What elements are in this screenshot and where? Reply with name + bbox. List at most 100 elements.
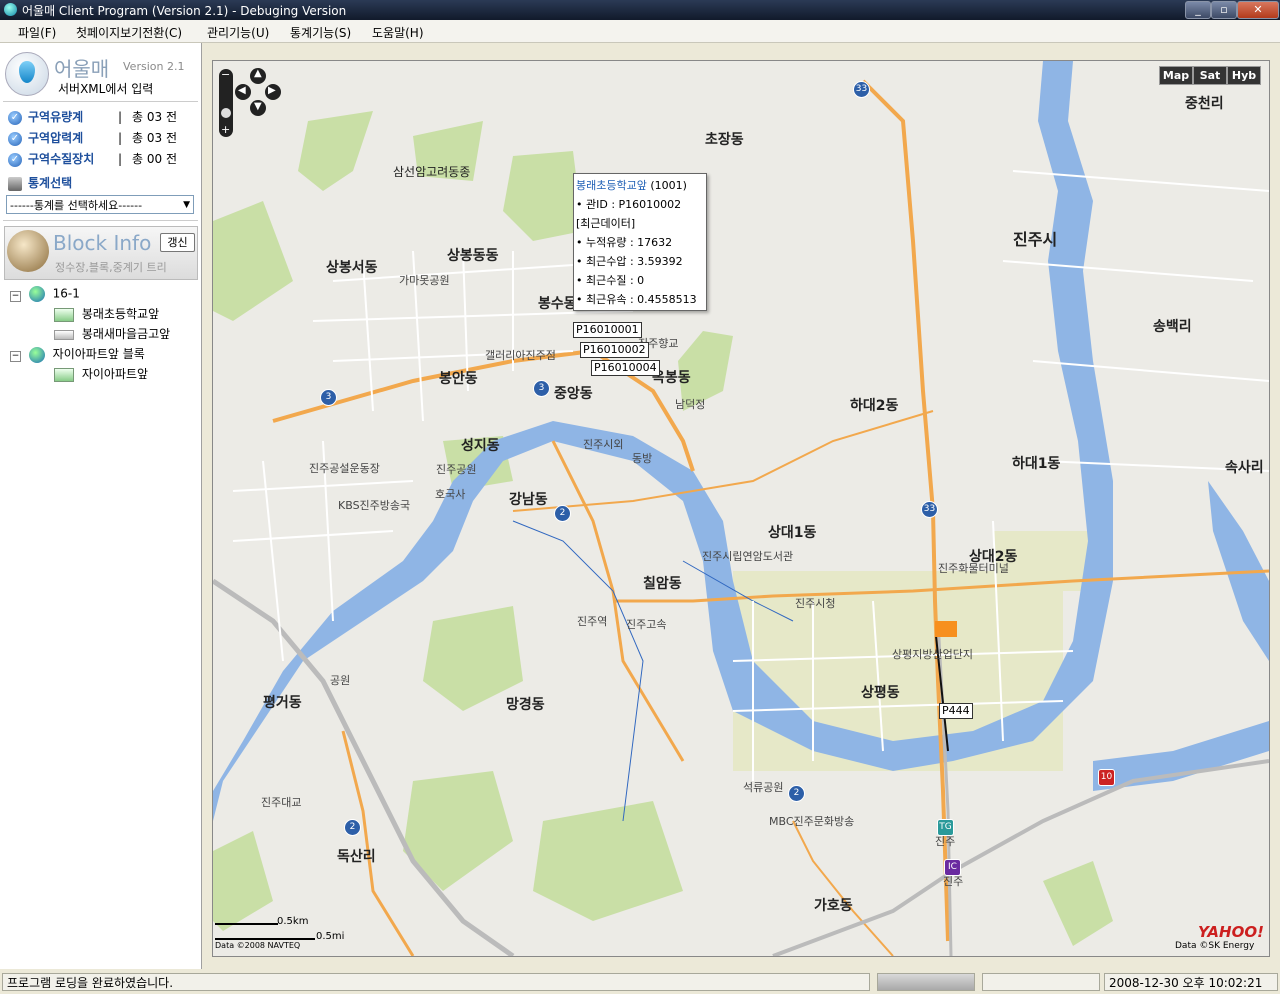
globe-icon xyxy=(28,286,45,302)
stats-select[interactable]: ------통계를 선택하세요------ ▼ xyxy=(6,195,194,214)
status-panel xyxy=(982,973,1100,991)
map-label: 상평동 xyxy=(861,685,900,701)
info-popup: 봉래초등학교앞 (1001) • 관ID : P16010002 [최근데이터]… xyxy=(573,173,707,311)
progress-bar xyxy=(877,973,975,991)
left-panel: 어울매 Version 2.1 서버XML에서 입력 ✓ 구역유량계 | 총 03 전… xyxy=(0,43,202,969)
meter-tag[interactable]: P16010001 xyxy=(573,322,642,338)
tree-item-label: 봉래초등학교앞 xyxy=(81,307,160,321)
meter-tag[interactable]: P444 xyxy=(939,703,973,719)
map-label: 호국사 xyxy=(435,488,466,501)
pan-down-icon[interactable]: ▼ xyxy=(254,101,262,112)
stats-select-value: ------통계를 선택하세요------ xyxy=(10,199,143,212)
map-label: 가호동 xyxy=(814,898,853,914)
count-value: 총 00 전 xyxy=(132,152,177,166)
meter-icon xyxy=(54,367,74,382)
map-type-hyb-button[interactable]: Hyb xyxy=(1227,66,1261,85)
popup-line: • 누적유량 : 17632 xyxy=(576,236,673,249)
pan-up-icon[interactable]: ▲ xyxy=(254,68,262,79)
map-label: KBS진주방송국 xyxy=(338,499,411,512)
tree-item-xi-apt[interactable]: 자이아파트앞 xyxy=(54,365,148,382)
zoom-out-icon[interactable]: − xyxy=(221,68,230,81)
map-label: 진주역 xyxy=(577,615,608,628)
menu-help[interactable]: 도움말(H) xyxy=(372,24,424,41)
tree-item-16-1[interactable]: − 16-1 xyxy=(10,286,80,302)
popup-title-name: 봉래초등학교앞 xyxy=(576,179,647,192)
map-label: 봉수동 xyxy=(538,296,577,312)
status-message: 프로그램 로딩을 완료하였습니다. xyxy=(2,973,870,991)
meter-tag[interactable]: P16010004 xyxy=(591,360,660,376)
block-info-title: Block Info xyxy=(53,231,152,255)
map-label: 진주시청 xyxy=(795,597,836,610)
map-label: 봉안동 xyxy=(439,371,478,387)
collapse-icon[interactable]: − xyxy=(10,351,21,362)
road-shield: 2 xyxy=(554,505,571,522)
block-info-subtitle: 정수장,블록,중계기 트리 xyxy=(55,261,167,274)
scale-mi-label: 0.5mi xyxy=(316,931,345,942)
map-label: 진주화물터미널 xyxy=(938,562,1009,575)
copyright-navteq: Data ©2008 NAVTEQ xyxy=(215,941,301,950)
map-label: 동방 xyxy=(632,452,653,465)
app-version: Version 2.1 xyxy=(123,60,185,73)
menu-stats[interactable]: 통계기능(S) xyxy=(290,24,351,41)
map-label: 중앙동 xyxy=(554,386,593,402)
map-label: 석류공원 xyxy=(743,781,784,794)
water-drop-icon xyxy=(19,61,35,83)
pan-left-icon[interactable]: ◀ xyxy=(238,85,246,96)
map-type-sat-button[interactable]: Sat xyxy=(1193,66,1227,85)
count-value: 총 03 전 xyxy=(132,131,177,145)
map-label: 평거동 xyxy=(263,695,302,711)
pan-right-icon[interactable]: ▶ xyxy=(268,85,276,96)
road-shield: IC xyxy=(944,859,961,876)
map-label: 강남동 xyxy=(509,492,548,508)
map-label: 삼선암고려동종 xyxy=(393,165,471,179)
scale-bar-km xyxy=(215,923,278,925)
meter-tag[interactable]: P16010002 xyxy=(580,342,649,358)
tree-item-xi-apt-block[interactable]: − 자이아파트앞 블록 xyxy=(10,345,145,363)
divider xyxy=(3,101,198,102)
map-view[interactable]: − + ▲ ▼ ◀ ▶ Map Sat Hyb 초장동 중천리 삼선암고려동종 … xyxy=(212,60,1270,957)
map-label: 송백리 xyxy=(1153,319,1192,335)
map-label: 상평지방산업단지 xyxy=(892,648,973,661)
tree-item-bongrae-bank[interactable]: 봉래새마을금고앞 xyxy=(54,325,170,342)
count-row-flow[interactable]: ✓ 구역유량계 | 총 03 전 xyxy=(8,108,177,126)
zoom-in-icon[interactable]: + xyxy=(221,123,230,136)
map-label: 초장동 xyxy=(705,132,744,148)
map-area: − + ▲ ▼ ◀ ▶ Map Sat Hyb 초장동 중천리 삼선암고려동종 … xyxy=(202,43,1280,969)
popup-line: • 최근수압 : 3.59392 xyxy=(576,255,683,268)
globe-icon xyxy=(28,346,45,363)
count-label: 구역수질장치 xyxy=(28,152,95,166)
map-label: 진주시 xyxy=(1013,230,1058,249)
count-row-pressure[interactable]: ✓ 구역압력계 | 총 03 전 xyxy=(8,129,177,147)
globe-icon xyxy=(7,230,49,272)
road-shield: 33 xyxy=(853,81,870,98)
menu-first-page[interactable]: 첫페이지보기전환(C) xyxy=(76,24,182,41)
menu-file[interactable]: 파일(F) xyxy=(18,24,56,41)
minimize-button[interactable]: _ xyxy=(1185,1,1211,19)
map-label: 하대1동 xyxy=(1012,456,1061,472)
map-label: 남덕정 xyxy=(675,398,706,411)
refresh-button[interactable]: 갱신 xyxy=(160,233,195,252)
menu-admin[interactable]: 관리기능(U) xyxy=(207,24,269,41)
divider xyxy=(3,220,198,221)
chevron-down-icon: ▼ xyxy=(183,200,190,210)
tree-item-bongrae-school[interactable]: 봉래초등학교앞 xyxy=(54,305,159,322)
road-shield: TG xyxy=(937,819,954,836)
map-label: 상봉서동 xyxy=(326,260,378,276)
collapse-icon[interactable]: − xyxy=(10,290,21,302)
map-label: 망경동 xyxy=(506,697,545,713)
window-title: 어울매 Client Program (Version 2.1) - Debug… xyxy=(22,4,347,18)
tree-item-label: 자이아파트앞 xyxy=(81,367,149,381)
close-button[interactable]: ✕ xyxy=(1237,1,1279,19)
app-logo-circle xyxy=(5,52,49,96)
count-value: 총 03 전 xyxy=(132,110,177,124)
road-shield: 2 xyxy=(788,785,805,802)
road-shield: 10 xyxy=(1098,769,1115,786)
popup-line: • 최근수질 : 0 xyxy=(576,274,645,287)
map-type-map-button[interactable]: Map xyxy=(1159,66,1193,85)
map-label: MBC진주문화방송 xyxy=(769,815,855,828)
meter-icon xyxy=(54,307,74,322)
maximize-button[interactable]: ▫ xyxy=(1211,1,1237,19)
map-label: 진주공설운동장 xyxy=(309,462,380,475)
app-drop-icon xyxy=(4,3,17,16)
count-row-quality[interactable]: ✓ 구역수질장치 | 총 00 전 xyxy=(8,150,177,168)
